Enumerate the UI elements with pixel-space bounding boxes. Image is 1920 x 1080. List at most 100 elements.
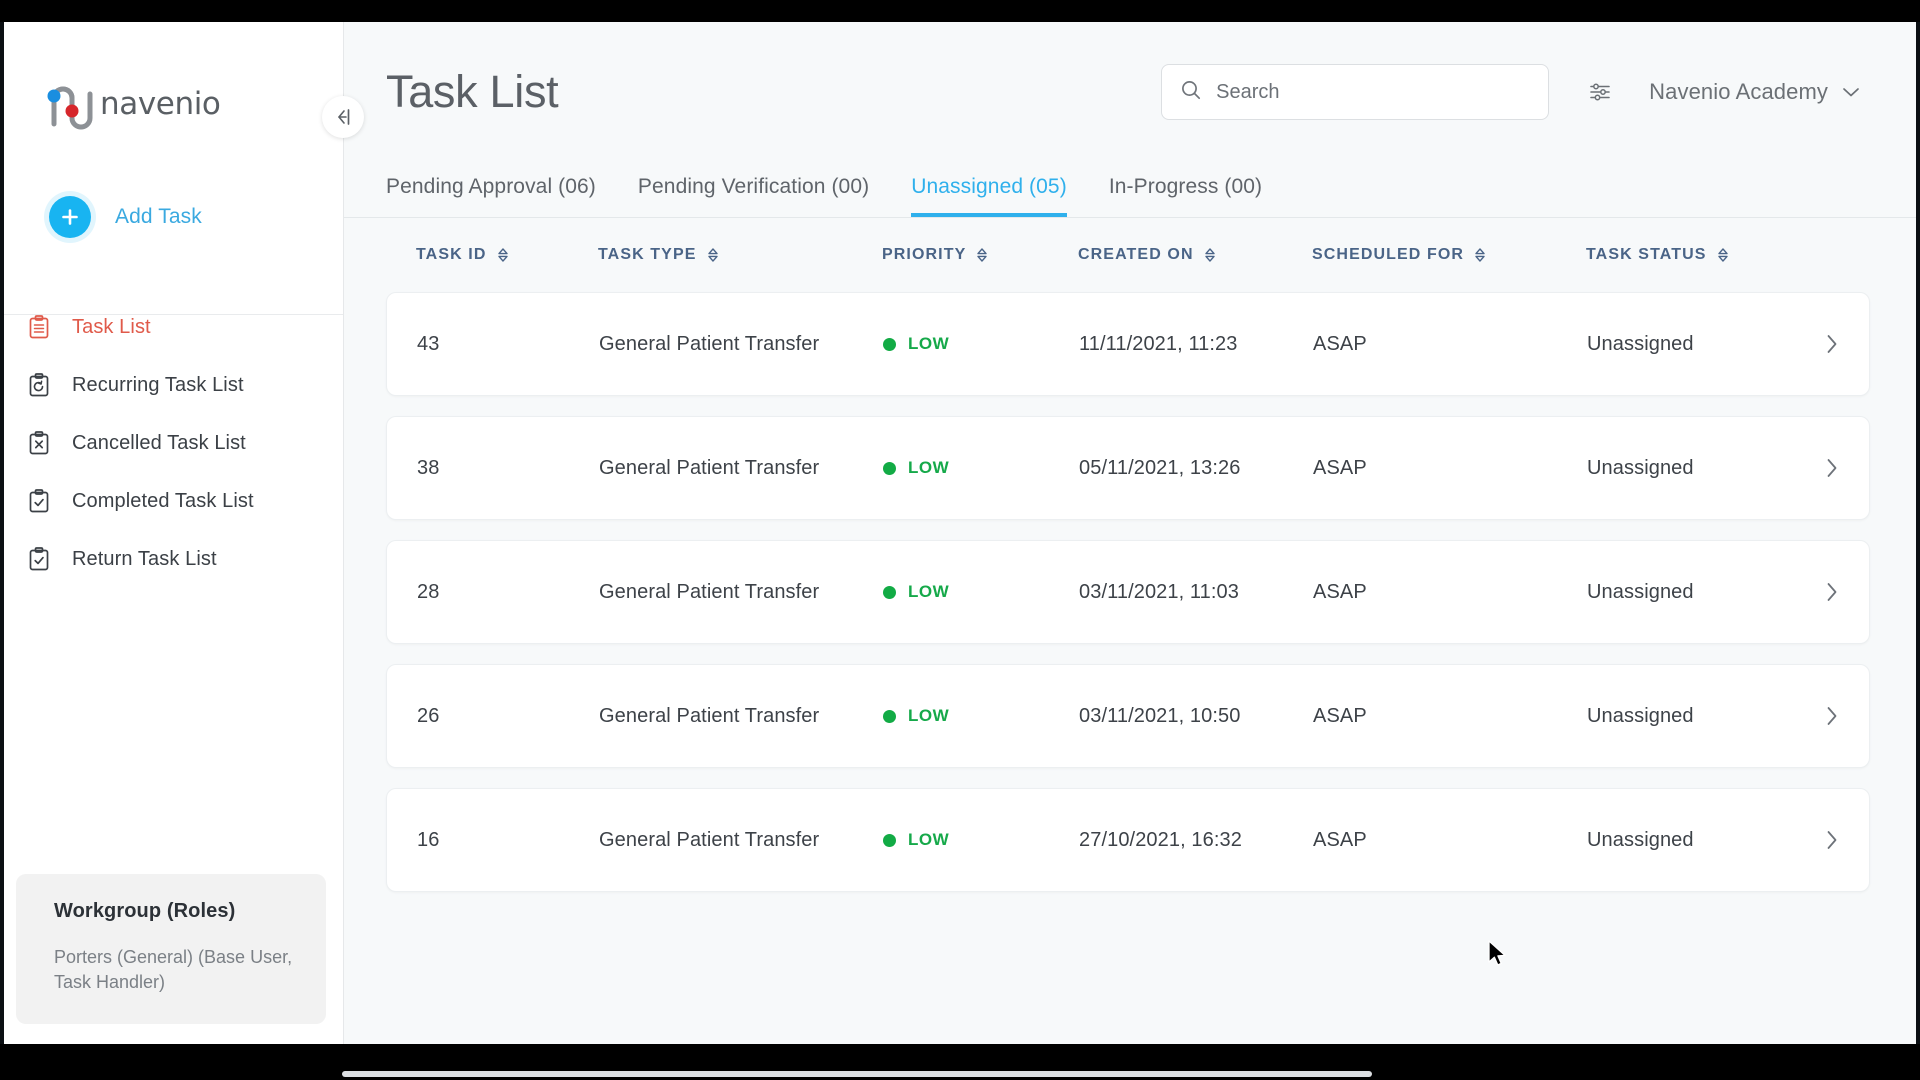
sidebar-item-return-task-list[interactable]: Return Task List (4, 530, 343, 588)
table-header-row: TASK ID TASK TYPE PRIORITY CREATED ON SC… (386, 218, 1870, 292)
sidebar: navenio Add Task Task List Recurring Tas… (4, 22, 364, 1044)
workgroup-title: Workgroup (Roles) (54, 899, 236, 922)
chevron-right-icon[interactable] (1799, 581, 1839, 603)
horizontal-scrollbar[interactable] (342, 1070, 1908, 1078)
priority-label: LOW (908, 458, 950, 477)
cell-task-type: General Patient Transfer (599, 456, 820, 479)
cell-task-id: 16 (417, 828, 440, 851)
add-task-button[interactable]: Add Task (4, 196, 343, 238)
cell-task-id: 38 (417, 456, 440, 479)
column-header-priority[interactable]: PRIORITY (882, 246, 1078, 264)
chevron-right-icon[interactable] (1799, 705, 1839, 727)
priority-label: LOW (908, 830, 950, 849)
cell-created-on: 05/11/2021, 13:26 (1079, 456, 1241, 479)
account-dropdown[interactable]: Navenio Academy (1649, 79, 1860, 105)
priority-dot-icon (883, 337, 896, 351)
sidebar-nav: Task List Recurring Task List Cancelled … (4, 298, 343, 588)
cell-priority: LOW (883, 334, 1079, 354)
cell-task-type: General Patient Transfer (599, 704, 820, 727)
cell-created-on: 03/11/2021, 11:03 (1079, 580, 1239, 603)
chevron-right-icon[interactable] (1799, 333, 1839, 355)
column-header-task-id[interactable]: TASK ID (416, 246, 598, 264)
collapse-sidebar-icon[interactable] (322, 96, 364, 138)
tab-in-progress[interactable]: In-Progress (00) (1109, 175, 1262, 217)
sidebar-item-label: Task List (72, 315, 151, 338)
sidebar-item-recurring-task-list[interactable]: Recurring Task List (4, 356, 343, 414)
horizontal-scrollbar-thumb[interactable] (342, 1071, 1372, 1077)
brand-name: navenio (100, 86, 221, 122)
table-row[interactable]: 16 General Patient Transfer LOW 27/10/20… (386, 788, 1870, 892)
page-title: Task List (386, 66, 559, 117)
tab-unassigned[interactable]: Unassigned (05) (911, 175, 1067, 217)
filter-sliders-icon[interactable] (1585, 77, 1615, 107)
sidebar-item-label: Return Task List (72, 547, 217, 570)
table-row[interactable]: 28 General Patient Transfer LOW 03/11/20… (386, 540, 1870, 644)
task-table: TASK ID TASK TYPE PRIORITY CREATED ON SC… (344, 218, 1916, 892)
add-task-label: Add Task (115, 205, 202, 228)
cell-created-on: 11/11/2021, 11:23 (1079, 332, 1238, 355)
table-row[interactable]: 26 General Patient Transfer LOW 03/11/20… (386, 664, 1870, 768)
search-input[interactable] (1216, 80, 1517, 104)
tab-pending-approval[interactable]: Pending Approval (06) (386, 175, 596, 217)
header-actions: Navenio Academy (1161, 64, 1860, 120)
sort-chevrons-icon (976, 247, 988, 263)
sidebar-item-task-list[interactable]: Task List (4, 298, 343, 356)
cell-task-type: General Patient Transfer (599, 828, 820, 851)
application-window: navenio Add Task Task List Recurring Tas… (4, 22, 1916, 1044)
window-top-border (0, 0, 1920, 22)
sidebar-item-completed-task-list[interactable]: Completed Task List (4, 472, 343, 530)
navenio-logo-icon (42, 78, 98, 130)
table-row[interactable]: 38 General Patient Transfer LOW 05/11/20… (386, 416, 1870, 520)
column-header-label: TASK ID (416, 246, 487, 263)
chevron-down-icon (1842, 86, 1860, 98)
cell-task-status: Unassigned (1587, 704, 1694, 727)
priority-dot-icon (883, 833, 896, 847)
column-header-scheduled-for[interactable]: SCHEDULED FOR (1312, 246, 1586, 264)
cell-task-status: Unassigned (1587, 580, 1694, 603)
priority-label: LOW (908, 706, 950, 725)
chevron-right-icon[interactable] (1799, 829, 1839, 851)
sort-chevrons-icon (497, 247, 509, 263)
priority-dot-icon (883, 709, 896, 723)
column-header-label: TASK STATUS (1586, 246, 1707, 263)
sidebar-divider (4, 314, 343, 315)
table-row[interactable]: 43 General Patient Transfer LOW 11/11/20… (386, 292, 1870, 396)
chevron-right-icon[interactable] (1799, 457, 1839, 479)
cell-task-type: General Patient Transfer (599, 580, 820, 603)
search-box[interactable] (1161, 64, 1550, 120)
sort-chevrons-icon (1717, 247, 1729, 263)
brand-logo[interactable]: navenio (4, 22, 343, 140)
cell-scheduled-for: ASAP (1313, 828, 1367, 851)
clipboard-cancel-icon (26, 430, 52, 456)
cell-scheduled-for: ASAP (1313, 704, 1367, 727)
cell-task-id: 26 (417, 704, 440, 727)
tab-pending-verification[interactable]: Pending Verification (00) (638, 175, 869, 217)
cell-scheduled-for: ASAP (1313, 332, 1367, 355)
column-header-label: PRIORITY (882, 246, 967, 263)
main-content: Task List Search Navenio Academy Pending… (344, 22, 1916, 1044)
cell-task-id: 28 (417, 580, 440, 603)
sidebar-item-cancelled-task-list[interactable]: Cancelled Task List (4, 414, 343, 472)
priority-dot-icon (883, 585, 896, 599)
cell-task-status: Unassigned (1587, 332, 1694, 355)
account-name: Navenio Academy (1649, 79, 1828, 104)
workgroup-card: Workgroup (Roles) Porters (General) (Bas… (16, 873, 326, 1024)
sidebar-item-label: Cancelled Task List (72, 431, 246, 454)
clipboard-list-icon (26, 314, 52, 340)
column-header-task-type[interactable]: TASK TYPE (598, 246, 882, 264)
page-header: Task List Search Navenio Academy (344, 22, 1916, 162)
priority-dot-icon (883, 461, 896, 475)
cell-created-on: 27/10/2021, 16:32 (1079, 828, 1242, 851)
cell-task-id: 43 (417, 332, 440, 355)
sort-chevrons-icon (1474, 247, 1486, 263)
cell-scheduled-for: ASAP (1313, 456, 1367, 479)
screen: navenio Add Task Task List Recurring Tas… (0, 0, 1920, 1080)
sort-chevrons-icon (1204, 247, 1216, 263)
column-header-task-status[interactable]: TASK STATUS (1586, 246, 1800, 264)
column-header-created-on[interactable]: CREATED ON (1078, 246, 1312, 264)
cell-priority: LOW (883, 830, 1079, 850)
workgroup-value: Porters (General) (Base User, Task Handl… (54, 946, 293, 993)
window-right-border (1916, 22, 1920, 1044)
plus-icon (49, 196, 91, 238)
column-header-label: TASK TYPE (598, 246, 697, 263)
